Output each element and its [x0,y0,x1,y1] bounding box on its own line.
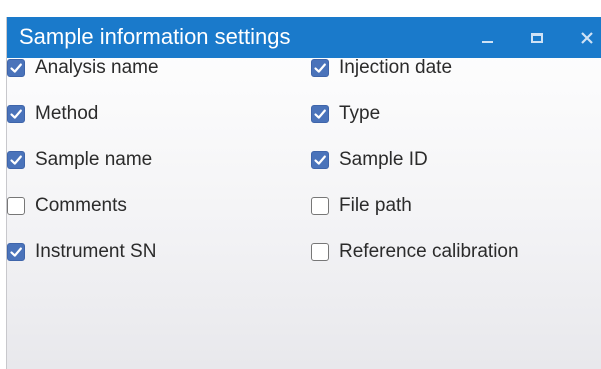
checkmark-icon [10,247,22,257]
checkmark-icon [314,155,326,165]
window-title: Sample information settings [19,24,291,49]
option-label: Type [339,103,381,124]
instrument-sn-checkbox[interactable] [7,243,25,261]
option-label: Comments [35,195,127,216]
method-checkbox[interactable] [7,105,25,123]
option-reference-calibration[interactable]: Reference calibration [311,239,519,265]
checkmark-icon [314,109,326,119]
checkmark-icon [10,155,22,165]
option-label: Injection date [339,57,453,78]
option-label: Instrument SN [35,241,157,262]
sample-id-checkbox[interactable] [311,151,329,169]
maximize-icon [531,32,543,43]
option-label: Reference calibration [339,241,519,262]
close-button[interactable] [569,17,601,58]
option-label: Analysis name [35,57,159,78]
option-sample-id[interactable]: Sample ID [311,147,428,173]
comments-checkbox[interactable] [7,197,25,215]
minimize-icon [481,40,493,43]
option-comments[interactable]: Comments [7,193,127,219]
maximize-button[interactable] [519,17,555,58]
injection-date-checkbox[interactable] [311,59,329,77]
analysis-name-checkbox[interactable] [7,59,25,77]
sample-name-checkbox[interactable] [7,151,25,169]
option-type[interactable]: Type [311,101,380,127]
checkmark-icon [10,109,22,119]
type-checkbox[interactable] [311,105,329,123]
checkmark-icon [10,63,22,73]
option-instrument-sn[interactable]: Instrument SN [7,239,156,265]
minimize-button[interactable] [469,17,505,58]
file-path-checkbox[interactable] [311,197,329,215]
option-injection-date[interactable]: Injection date [311,55,452,81]
option-label: Sample ID [339,149,428,170]
option-label: File path [339,195,412,216]
close-icon [581,31,593,44]
checkmark-icon [314,63,326,73]
option-sample-name[interactable]: Sample name [7,147,152,173]
option-method[interactable]: Method [7,101,98,127]
option-label: Method [35,103,99,124]
title-bar[interactable]: Sample information settings [7,17,601,58]
reference-calibration-checkbox[interactable] [311,243,329,261]
option-label: Sample name [35,149,153,170]
option-file-path[interactable]: File path [311,193,412,219]
option-analysis-name[interactable]: Analysis name [7,55,159,81]
